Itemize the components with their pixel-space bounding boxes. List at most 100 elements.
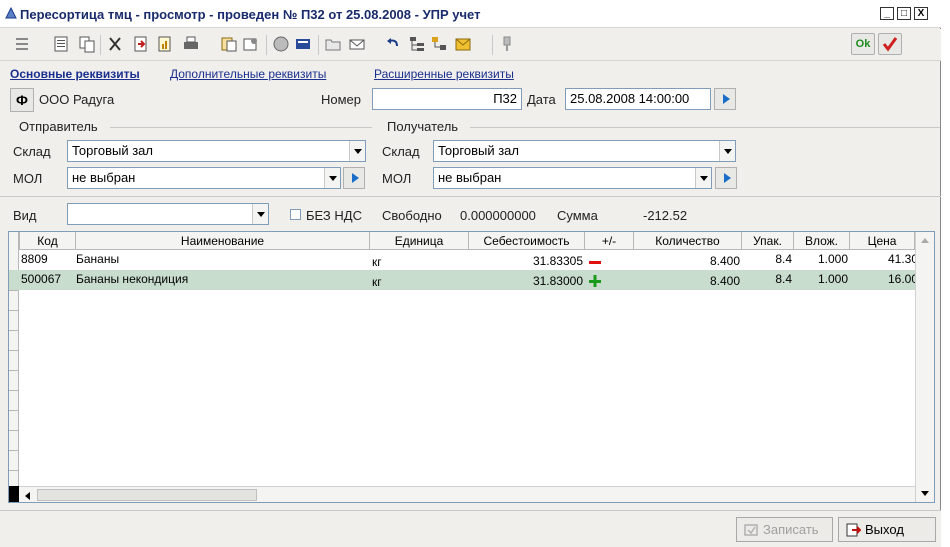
cut-icon[interactable] [106,35,124,53]
tab-extended[interactable]: Расширенные реквизиты [374,67,514,81]
items-table[interactable]: Код Наименование Единица Себестоимость +… [8,231,935,503]
window-title: Пересортица тмц - просмотр - проведен № … [20,7,481,22]
book-icon[interactable] [294,35,312,53]
organization-name: ООО Радуга [39,92,115,107]
cell-nest: 1.000 [817,272,848,286]
copy-icon[interactable] [78,35,96,53]
receiver-warehouse-select[interactable]: Торговый зал [433,140,736,162]
table-row[interactable]: 500067 Бананы некондиция кг 31.83000 8.4… [9,270,919,290]
cell-code: 8809 [21,252,48,266]
free-value: 0.000000000 [460,208,536,223]
column-header-quantity[interactable]: Количество [634,232,742,250]
list-icon[interactable] [14,35,32,53]
receiver-warehouse-label: Склад [382,144,420,159]
vertical-scrollbar[interactable] [915,232,934,502]
cell-quantity: 8.400 [709,274,740,288]
cell-pack: 8.4 [775,272,792,286]
ok-button[interactable]: Ok [851,33,875,55]
mail-icon[interactable] [348,35,366,53]
no-vat-label: БЕЗ НДС [306,208,362,223]
document-window: Пересортица тмц - просмотр - проведен № … [0,0,941,547]
sum-label: Сумма [557,208,598,223]
cell-nest: 1.000 [817,252,848,266]
chevron-down-icon[interactable] [719,141,735,161]
folder-icon[interactable] [324,35,342,53]
table-header: Код Наименование Единица Себестоимость +… [9,232,934,250]
settings-icon[interactable] [242,35,260,53]
cell-name: Бананы некондиция [76,272,189,286]
report-icon[interactable] [156,35,174,53]
properties-icon[interactable] [220,35,238,53]
receiver-mol-label: МОЛ [382,171,412,186]
tab-main[interactable]: Основные реквизиты [10,67,140,81]
scroll-up-icon[interactable] [920,236,930,244]
cell-price: 16.00 [887,272,918,286]
column-header-sign[interactable]: +/- [585,232,634,250]
receiver-title: Получатель [387,119,459,134]
date-select-button[interactable] [714,88,736,110]
envelope-icon[interactable] [454,35,472,53]
sender-mol-select[interactable]: не выбран [67,167,341,189]
exit-label: Выход [865,522,904,537]
column-header-nest[interactable]: Влож. [794,232,850,250]
tab-additional[interactable]: Дополнительные реквизиты [170,67,326,81]
plus-icon [589,275,601,287]
receiver-mol-button[interactable] [715,167,737,189]
sender-warehouse-select[interactable]: Торговый зал [67,140,366,162]
coins-icon[interactable] [272,35,290,53]
horizontal-scrollbar[interactable] [19,486,915,502]
scroll-left-icon[interactable] [23,491,31,501]
minus-icon [589,261,601,264]
cancel-button[interactable] [878,33,902,55]
receiver-mol-select[interactable]: не выбран [433,167,712,189]
cell-unit: кг [372,275,382,289]
column-header-pack[interactable]: Упак. [742,232,794,250]
cell-cost: 31.83000 [532,274,583,288]
column-header-code[interactable]: Код [20,232,76,250]
exit-button[interactable]: Выход [838,517,936,542]
structure-icon[interactable] [430,35,448,53]
chevron-down-icon[interactable] [349,141,365,161]
scroll-down-icon[interactable] [920,490,930,498]
column-header-cost[interactable]: Себестоимость [469,232,585,250]
post-icon[interactable] [132,35,150,53]
sender-title: Отправитель [19,119,98,134]
sender-mol-button[interactable] [343,167,365,189]
sender-warehouse-label: Склад [13,144,51,159]
hierarchy-icon[interactable] [408,35,426,53]
check-red-icon [882,37,898,52]
toolbar: Ok [0,29,941,61]
undo-icon[interactable] [384,35,402,53]
column-header-unit[interactable]: Единица [370,232,469,250]
horizontal-scroll-thumb[interactable] [37,489,257,501]
minimize-button[interactable]: _ [880,7,894,20]
receiver-warehouse-value: Торговый зал [438,143,519,158]
receiver-mol-value: не выбран [438,170,502,185]
number-label: Номер [321,92,362,107]
chevron-down-icon[interactable] [324,168,340,188]
organization-select-button[interactable]: Ф [10,88,34,112]
kind-select[interactable] [67,203,269,225]
save-button[interactable]: Записать [736,517,833,542]
chevron-down-icon[interactable] [695,168,711,188]
chevron-down-icon[interactable] [252,204,268,224]
cell-pack: 8.4 [775,252,792,266]
sender-mol-label: МОЛ [13,171,43,186]
sum-value: -212.52 [643,208,688,223]
document-icon[interactable] [52,35,70,53]
footer-bar: Записать Выход [0,510,941,547]
no-vat-checkbox[interactable] [290,209,301,220]
column-header-price[interactable]: Цена [850,232,915,250]
number-field[interactable]: П32 [372,88,522,110]
cell-price: 41.30 [887,252,918,266]
sender-warehouse-value: Торговый зал [72,143,153,158]
maximize-button[interactable]: □ [897,7,911,20]
column-header-name[interactable]: Наименование [76,232,370,250]
print-icon[interactable] [182,35,200,53]
exit-icon [846,523,861,537]
tools-icon[interactable] [498,35,516,53]
close-button[interactable]: X [914,7,928,20]
table-row[interactable]: 8809 Бананы кг 31.83305 8.400 8.4 1.000 … [9,250,919,270]
kind-label: Вид [13,208,37,223]
date-field[interactable]: 25.08.2008 14:00:00 [565,88,711,110]
